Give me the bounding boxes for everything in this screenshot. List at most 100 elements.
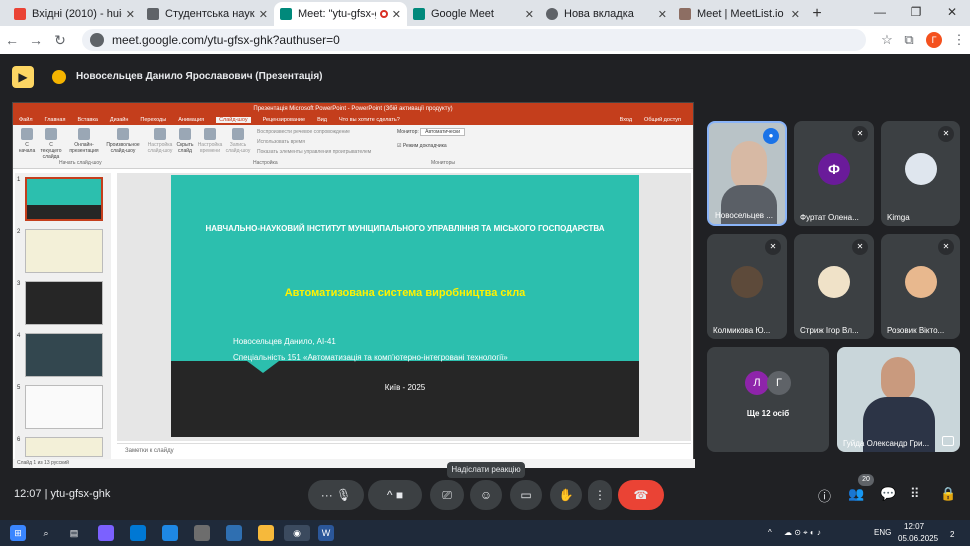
presenter-view-check[interactable]: ☑ Режим докладчика	[397, 143, 447, 149]
chat-icon[interactable]: 💬	[880, 486, 896, 502]
ppt-menu-insert[interactable]: Вставка	[77, 117, 97, 123]
monitor-select[interactable]: Монитор: Автоматически	[397, 128, 466, 136]
participant-tile[interactable]: ✕ Розовик Вікто...	[881, 234, 960, 339]
setup-slideshow-button[interactable]: Настройка слайд-шоу	[147, 128, 173, 154]
ppt-signin[interactable]: Вход	[620, 117, 632, 123]
edge-icon[interactable]	[162, 525, 178, 541]
participant-tile[interactable]: ✕ Стриж Ігор Вл...	[794, 234, 874, 339]
reaction-button[interactable]: ☺	[470, 480, 502, 510]
taskbar-date[interactable]: 05.06.2025	[898, 534, 938, 543]
camera-control[interactable]: ^ ■	[368, 480, 422, 510]
slide-thumbnail[interactable]	[25, 177, 103, 221]
participant-tile[interactable]: Ф ✕ Фуртат Олена...	[794, 121, 874, 226]
online-present-button[interactable]: Онлайн-презентация	[67, 128, 101, 154]
tab-meetlist[interactable]: Meet | MeetList.io ✕	[673, 2, 806, 26]
present-button[interactable]: ⎚	[430, 480, 464, 510]
outlook-icon[interactable]	[130, 525, 146, 541]
ppt-menu-animation[interactable]: Анимация	[178, 117, 204, 123]
ppt-menu-home[interactable]: Главная	[45, 117, 66, 123]
taskbar-time[interactable]: 12:07	[904, 522, 924, 531]
minimize-icon[interactable]: —	[862, 0, 898, 24]
language-indicator[interactable]: ENG	[874, 528, 891, 537]
show-media-controls-check[interactable]: Показать элементы управления проигрывате…	[257, 149, 371, 155]
leave-call-button[interactable]: ☎	[618, 480, 664, 510]
slide-thumbnail[interactable]	[25, 229, 103, 273]
ppt-menu-slideshow[interactable]: Слайд-шоу	[216, 117, 251, 123]
others-tile[interactable]: Л Г Ще 12 осіб	[707, 347, 829, 452]
presentation-icon[interactable]: ▶	[12, 66, 34, 88]
tab-meet-active[interactable]: Meet: "ytu-gfsx-ghk" ✕	[274, 2, 407, 26]
tray-chevron-icon[interactable]: ^	[768, 528, 772, 537]
rehearse-timings-button[interactable]: Настройка времени	[197, 128, 223, 154]
windows-start-icon[interactable]: ⊞	[10, 525, 26, 541]
slide-notes[interactable]: Заметки к слайду	[117, 443, 691, 457]
close-icon[interactable]: ✕	[259, 8, 268, 21]
close-icon[interactable]: ✕	[525, 8, 534, 21]
task-view-icon[interactable]: ▤	[66, 525, 82, 541]
participant-name: Колмикова Ю...	[713, 326, 771, 335]
profile-avatar[interactable]: Г	[926, 32, 942, 48]
close-icon[interactable]: ✕	[791, 8, 800, 21]
copilot-icon[interactable]	[98, 525, 114, 541]
new-tab-button[interactable]: +	[806, 2, 828, 26]
ppt-menu-view[interactable]: Вид	[317, 117, 327, 123]
maximize-icon[interactable]: ❐	[898, 0, 934, 24]
store-icon[interactable]	[194, 525, 210, 541]
captions-button[interactable]: ▭	[510, 480, 542, 510]
tab-gmail[interactable]: Вхідні (2010) - huida.oleks ✕	[8, 2, 141, 26]
chrome-icon[interactable]: ◉	[284, 525, 310, 541]
back-icon[interactable]: ←	[0, 32, 24, 48]
ppt-menu-design[interactable]: Дизайн	[110, 117, 129, 123]
file-explorer-icon[interactable]	[258, 525, 274, 541]
ppt-tell-me[interactable]: Что вы хотите сделать?	[339, 117, 400, 123]
from-beginning-button[interactable]: С начала	[17, 128, 37, 154]
reload-icon[interactable]: ↻	[48, 32, 72, 49]
search-icon[interactable]: ⌕	[38, 525, 54, 541]
tray-icons[interactable]: ☁ ⊙ ⌖ ◐ ♪	[784, 528, 821, 538]
people-icon[interactable]: 👥	[848, 486, 864, 502]
use-timings-check[interactable]: Использовать время	[257, 139, 305, 145]
activities-icon[interactable]: ⠿	[910, 486, 920, 502]
tab-google-meet[interactable]: Google Meet ✕	[407, 2, 540, 26]
ppt-menu-file[interactable]: Файл	[19, 117, 33, 123]
info-icon[interactable]: ⓘ	[818, 486, 831, 505]
hide-slide-button[interactable]: Скрыть слайд	[175, 128, 195, 154]
ppt-share[interactable]: Общий доступ	[644, 117, 681, 123]
play-narration-check[interactable]: Воспроизвести речевое сопровождение	[257, 129, 350, 135]
extensions-icon[interactable]: ⧉	[898, 32, 920, 48]
close-icon[interactable]: ✕	[126, 8, 135, 21]
participant-tile[interactable]: ✕ Колмикова Ю...	[707, 234, 787, 339]
slide-thumbnail[interactable]	[25, 437, 103, 457]
custom-slideshow-button[interactable]: Произвольное слайд-шоу	[103, 128, 143, 154]
close-icon[interactable]: ✕	[392, 8, 401, 21]
mic-control[interactable]: ··· 🎙	[308, 480, 364, 510]
from-current-button[interactable]: С текущего слайда	[39, 128, 63, 160]
close-icon[interactable]: ✕	[658, 8, 667, 21]
pip-icon[interactable]	[942, 436, 954, 446]
site-info-icon[interactable]	[90, 33, 104, 47]
url-bar[interactable]: meet.google.com/ytu-gfsx-ghk?authuser=0	[82, 29, 866, 51]
tab-conference[interactable]: Студентська наукова конф ✕	[141, 2, 274, 26]
forward-icon[interactable]: →	[24, 32, 48, 48]
word-icon[interactable]: W	[318, 525, 334, 541]
participant-tile[interactable]: Гуйда Олександр Гри...	[837, 347, 960, 452]
tab-new[interactable]: Нова вкладка ✕	[540, 2, 673, 26]
app-icon[interactable]	[226, 525, 242, 541]
slide-thumbnail[interactable]	[25, 385, 103, 429]
close-window-icon[interactable]: ✕	[934, 0, 970, 24]
menu-icon[interactable]: ⋮	[948, 32, 970, 48]
participant-tile[interactable]: ● Новосельцев ...	[707, 121, 787, 226]
record-slideshow-button[interactable]: Запись слайд-шоу	[225, 128, 251, 154]
notification-count[interactable]: 2	[950, 530, 954, 539]
more-options-button[interactable]: ⋮	[588, 480, 612, 510]
bookmark-star-icon[interactable]: ☆	[876, 32, 898, 48]
raise-hand-button[interactable]: ✋	[550, 480, 582, 510]
ppt-menu-transitions[interactable]: Переходы	[140, 117, 166, 123]
current-slide[interactable]: НАВЧАЛЬНО-НАУКОВИЙ ІНСТИТУТ МУНІЦИПАЛЬНО…	[171, 175, 639, 437]
ppt-menu-review[interactable]: Рецензирование	[263, 117, 305, 123]
host-controls-icon[interactable]: 🔒	[940, 486, 956, 502]
slide-thumbnail[interactable]	[25, 281, 103, 325]
participant-tile[interactable]: ✕ Kimga	[881, 121, 960, 226]
slide-thumbnail[interactable]	[25, 333, 103, 377]
participant-name: Розовик Вікто...	[887, 326, 945, 335]
